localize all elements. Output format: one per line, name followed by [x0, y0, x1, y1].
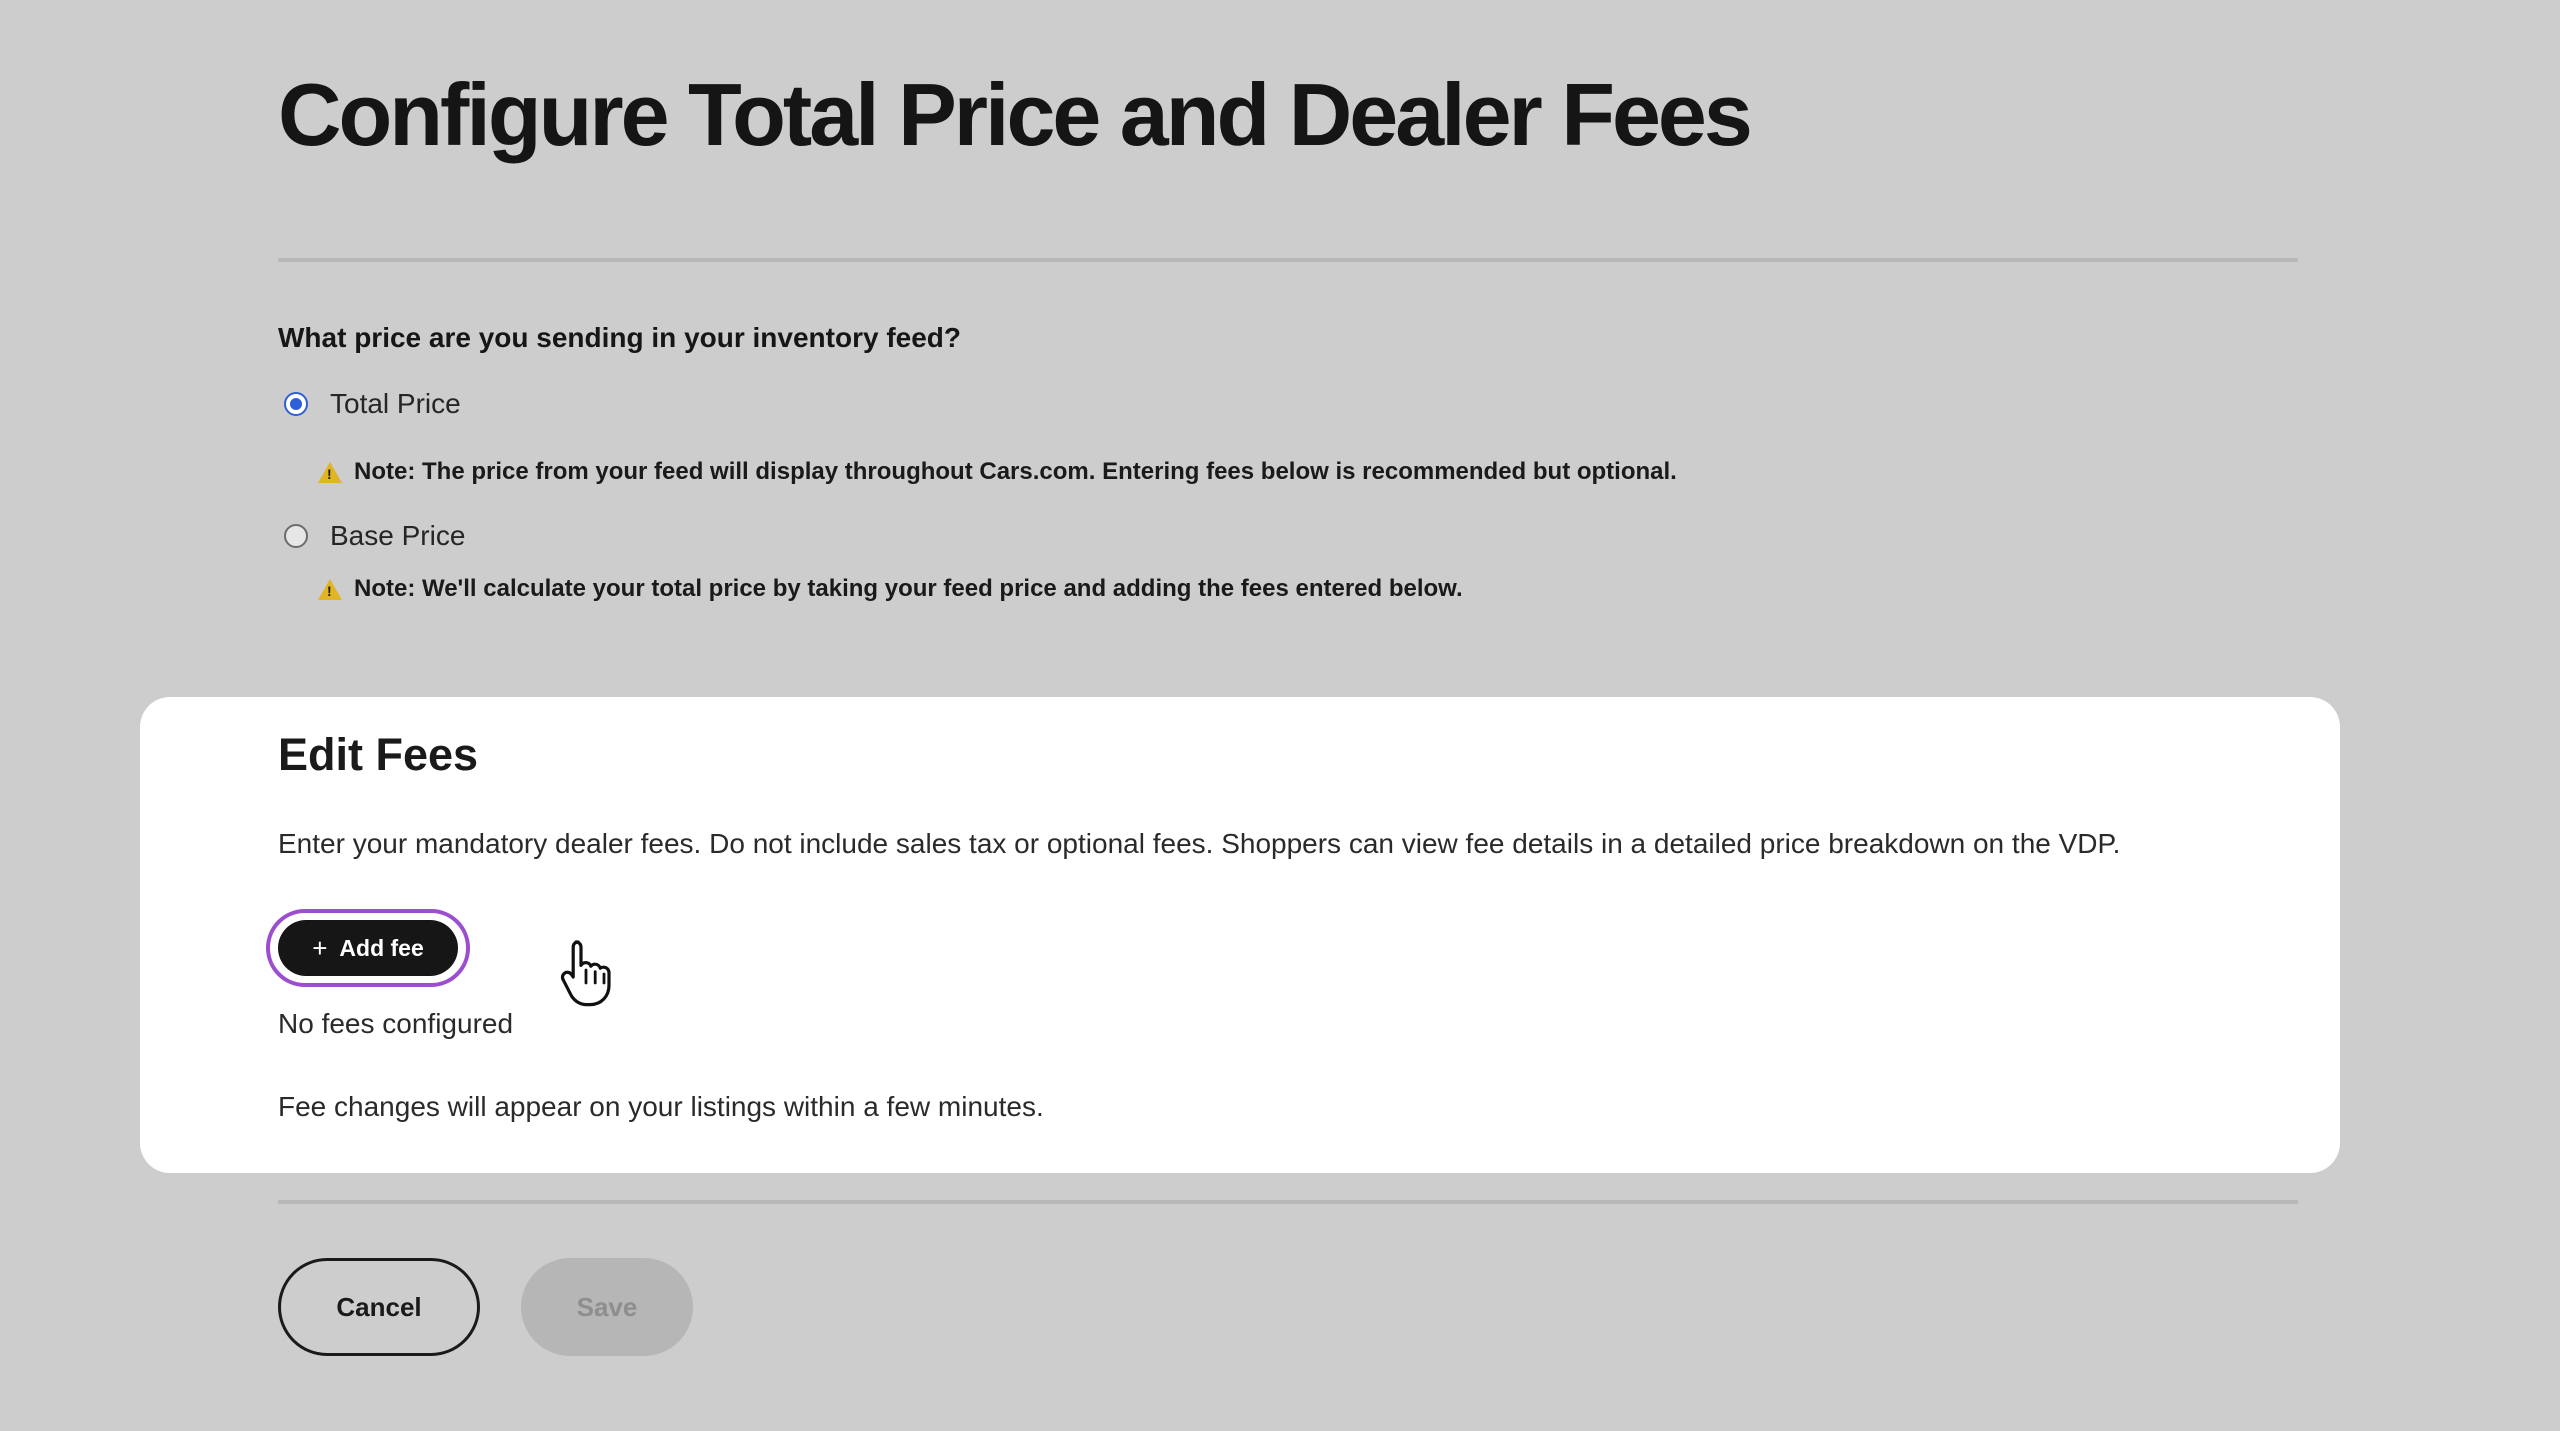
- save-button[interactable]: Save: [521, 1258, 693, 1356]
- fee-changes-note: Fee changes will appear on your listings…: [278, 1091, 1044, 1122]
- edit-fees-card: Edit Fees Enter your mandatory dealer fe…: [140, 697, 2340, 1173]
- add-fee-button[interactable]: + Add fee: [278, 920, 458, 976]
- total-price-label[interactable]: Total Price: [330, 388, 461, 420]
- footer-divider: [278, 1200, 2298, 1204]
- total-price-radio[interactable]: [284, 392, 308, 416]
- no-fees-text: No fees configured: [278, 1008, 514, 1039]
- base-price-note: Note: We'll calculate your total price b…: [318, 575, 1463, 603]
- total-price-note-text: Note: The price from your feed will disp…: [354, 458, 1677, 485]
- add-fee-label: Add fee: [339, 934, 424, 961]
- price-question-label: What price are you sending in your inven…: [278, 322, 962, 353]
- base-price-radio[interactable]: [284, 524, 308, 548]
- warning-icon: [318, 578, 342, 600]
- page-title: Configure Total Price and Dealer Fees: [278, 65, 1753, 164]
- total-price-note: Note: The price from your feed will disp…: [318, 458, 1677, 486]
- total-price-option[interactable]: Total Price: [284, 388, 461, 420]
- hand-pointer-cursor-icon: [560, 940, 611, 1007]
- edit-fees-title: Edit Fees: [278, 729, 479, 780]
- base-price-note-text: Note: We'll calculate your total price b…: [354, 575, 1463, 602]
- base-price-option[interactable]: Base Price: [284, 520, 465, 552]
- warning-icon: [318, 461, 342, 483]
- plus-icon: +: [312, 933, 328, 963]
- header-divider: [278, 258, 2298, 262]
- base-price-label[interactable]: Base Price: [330, 520, 465, 552]
- edit-fees-description: Enter your mandatory dealer fees. Do not…: [278, 828, 2121, 859]
- cancel-button[interactable]: Cancel: [278, 1258, 480, 1356]
- add-fee-focus-ring: + Add fee: [266, 909, 470, 987]
